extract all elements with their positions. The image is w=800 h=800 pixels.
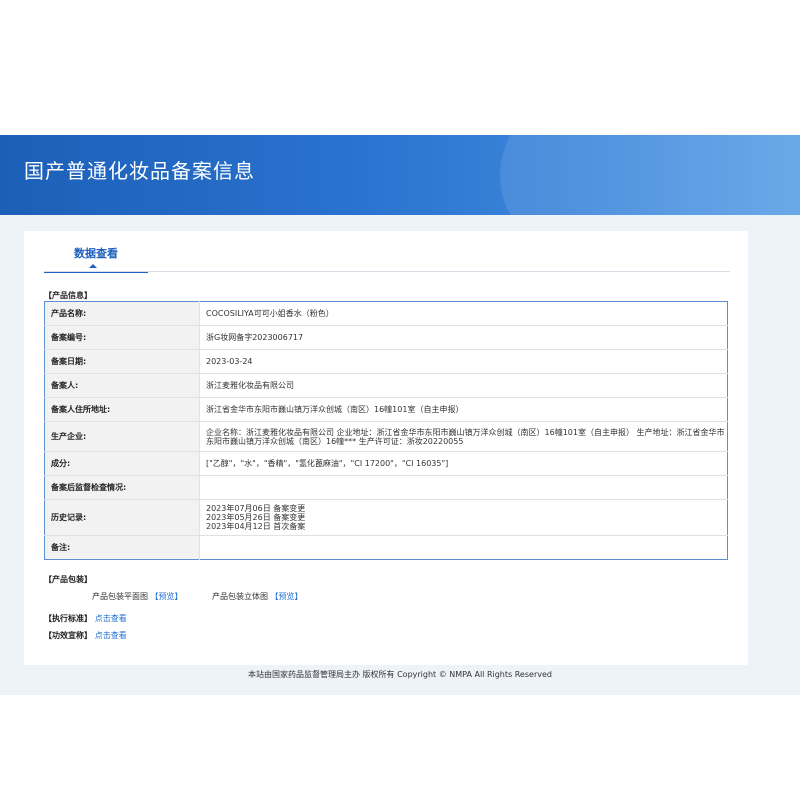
packaging-flat-label: 产品包装平面图 bbox=[92, 592, 148, 601]
row-value: ["乙醇"，"水"，"香精"，"氢化蓖麻油"，"CI 17200"，"CI 16… bbox=[199, 451, 728, 476]
row-value: 浙G妆网备字2023006717 bbox=[199, 325, 728, 350]
packaging-flat-item: 产品包装平面图 【预览】 bbox=[92, 591, 183, 602]
tab-caret-icon bbox=[89, 264, 97, 268]
row-value: 2023-03-24 bbox=[199, 349, 728, 374]
table-row: 备案人: 浙江麦雅化妆品有限公司 bbox=[44, 373, 728, 398]
row-value: 企业名称：浙江麦雅化妆品有限公司 企业地址：浙江省金华市东阳市巍山镇万洋众创城（… bbox=[199, 421, 728, 452]
section-standard-label: 【执行标准】 bbox=[44, 614, 92, 623]
table-row: 备注: bbox=[44, 535, 728, 560]
product-info-table: 产品名称: COCOSILIYA可可小姐香水（粉色） 备案编号: 浙G妆网备字2… bbox=[44, 301, 728, 560]
row-key: 备案编号: bbox=[44, 325, 200, 350]
row-key: 备案后监督检查情况: bbox=[44, 475, 200, 500]
section-efficacy-row: 【功效宣称】 点击查看 bbox=[44, 630, 127, 641]
row-value: 浙江省金华市东阳市巍山镇万洋众创城（南区）16幢101室（自主申报） bbox=[199, 397, 728, 422]
preview-flat-link[interactable]: 【预览】 bbox=[151, 592, 183, 601]
row-key: 备案人: bbox=[44, 373, 200, 398]
content-card: 数据查看 【产品信息】 产品名称: COCOSILIYA可可小姐香水（粉色） 备… bbox=[24, 231, 748, 665]
row-key: 历史记录: bbox=[44, 499, 200, 536]
row-key: 生产企业: bbox=[44, 421, 200, 452]
row-key: 备注: bbox=[44, 535, 200, 560]
section-standard-row: 【执行标准】 点击查看 bbox=[44, 613, 127, 624]
standard-view-link[interactable]: 点击查看 bbox=[95, 614, 127, 623]
packaging-solid-item: 产品包装立体图 【预览】 bbox=[212, 591, 303, 602]
row-key: 备案人住所地址: bbox=[44, 397, 200, 422]
table-row: 备案人住所地址: 浙江省金华市东阳市巍山镇万洋众创城（南区）16幢101室（自主… bbox=[44, 397, 728, 422]
section-packaging-label: 【产品包装】 bbox=[44, 575, 92, 584]
header-banner: 国产普通化妆品备案信息 bbox=[0, 135, 800, 215]
row-key: 产品名称: bbox=[44, 301, 200, 326]
table-row: 产品名称: COCOSILIYA可可小姐香水（粉色） bbox=[44, 301, 728, 326]
section-product-info-label: 【产品信息】 bbox=[44, 291, 92, 300]
preview-solid-link[interactable]: 【预览】 bbox=[271, 592, 303, 601]
efficacy-view-link[interactable]: 点击查看 bbox=[95, 631, 127, 640]
table-row: 备案编号: 浙G妆网备字2023006717 bbox=[44, 325, 728, 350]
footer-copyright: 本站由国家药品监督管理局主办 版权所有 Copyright © NMPA All… bbox=[248, 670, 552, 679]
packaging-solid-label: 产品包装立体图 bbox=[212, 592, 268, 601]
row-value: 2023年07月06日 备案变更 2023年05月26日 备案变更 2023年0… bbox=[199, 499, 728, 536]
row-value bbox=[200, 536, 728, 560]
tab-data-view[interactable]: 数据查看 bbox=[44, 241, 148, 273]
row-value bbox=[199, 475, 728, 500]
row-value: COCOSILIYA可可小姐香水（粉色） bbox=[199, 301, 728, 326]
row-key: 备案日期: bbox=[44, 349, 200, 374]
table-row: 备案日期: 2023-03-24 bbox=[44, 349, 728, 374]
section-efficacy-label: 【功效宣称】 bbox=[44, 631, 92, 640]
row-value: 浙江麦雅化妆品有限公司 bbox=[199, 373, 728, 398]
table-row: 生产企业: 企业名称：浙江麦雅化妆品有限公司 企业地址：浙江省金华市东阳市巍山镇… bbox=[44, 421, 728, 452]
row-key: 成分: bbox=[44, 451, 200, 476]
table-row: 备案后监督检查情况: bbox=[44, 475, 728, 500]
page-title: 国产普通化妆品备案信息 bbox=[24, 159, 255, 183]
table-row: 历史记录: 2023年07月06日 备案变更 2023年05月26日 备案变更 … bbox=[44, 499, 728, 536]
table-row: 成分: ["乙醇"，"水"，"香精"，"氢化蓖麻油"，"CI 17200"，"C… bbox=[44, 451, 728, 476]
tab-divider bbox=[44, 271, 730, 272]
